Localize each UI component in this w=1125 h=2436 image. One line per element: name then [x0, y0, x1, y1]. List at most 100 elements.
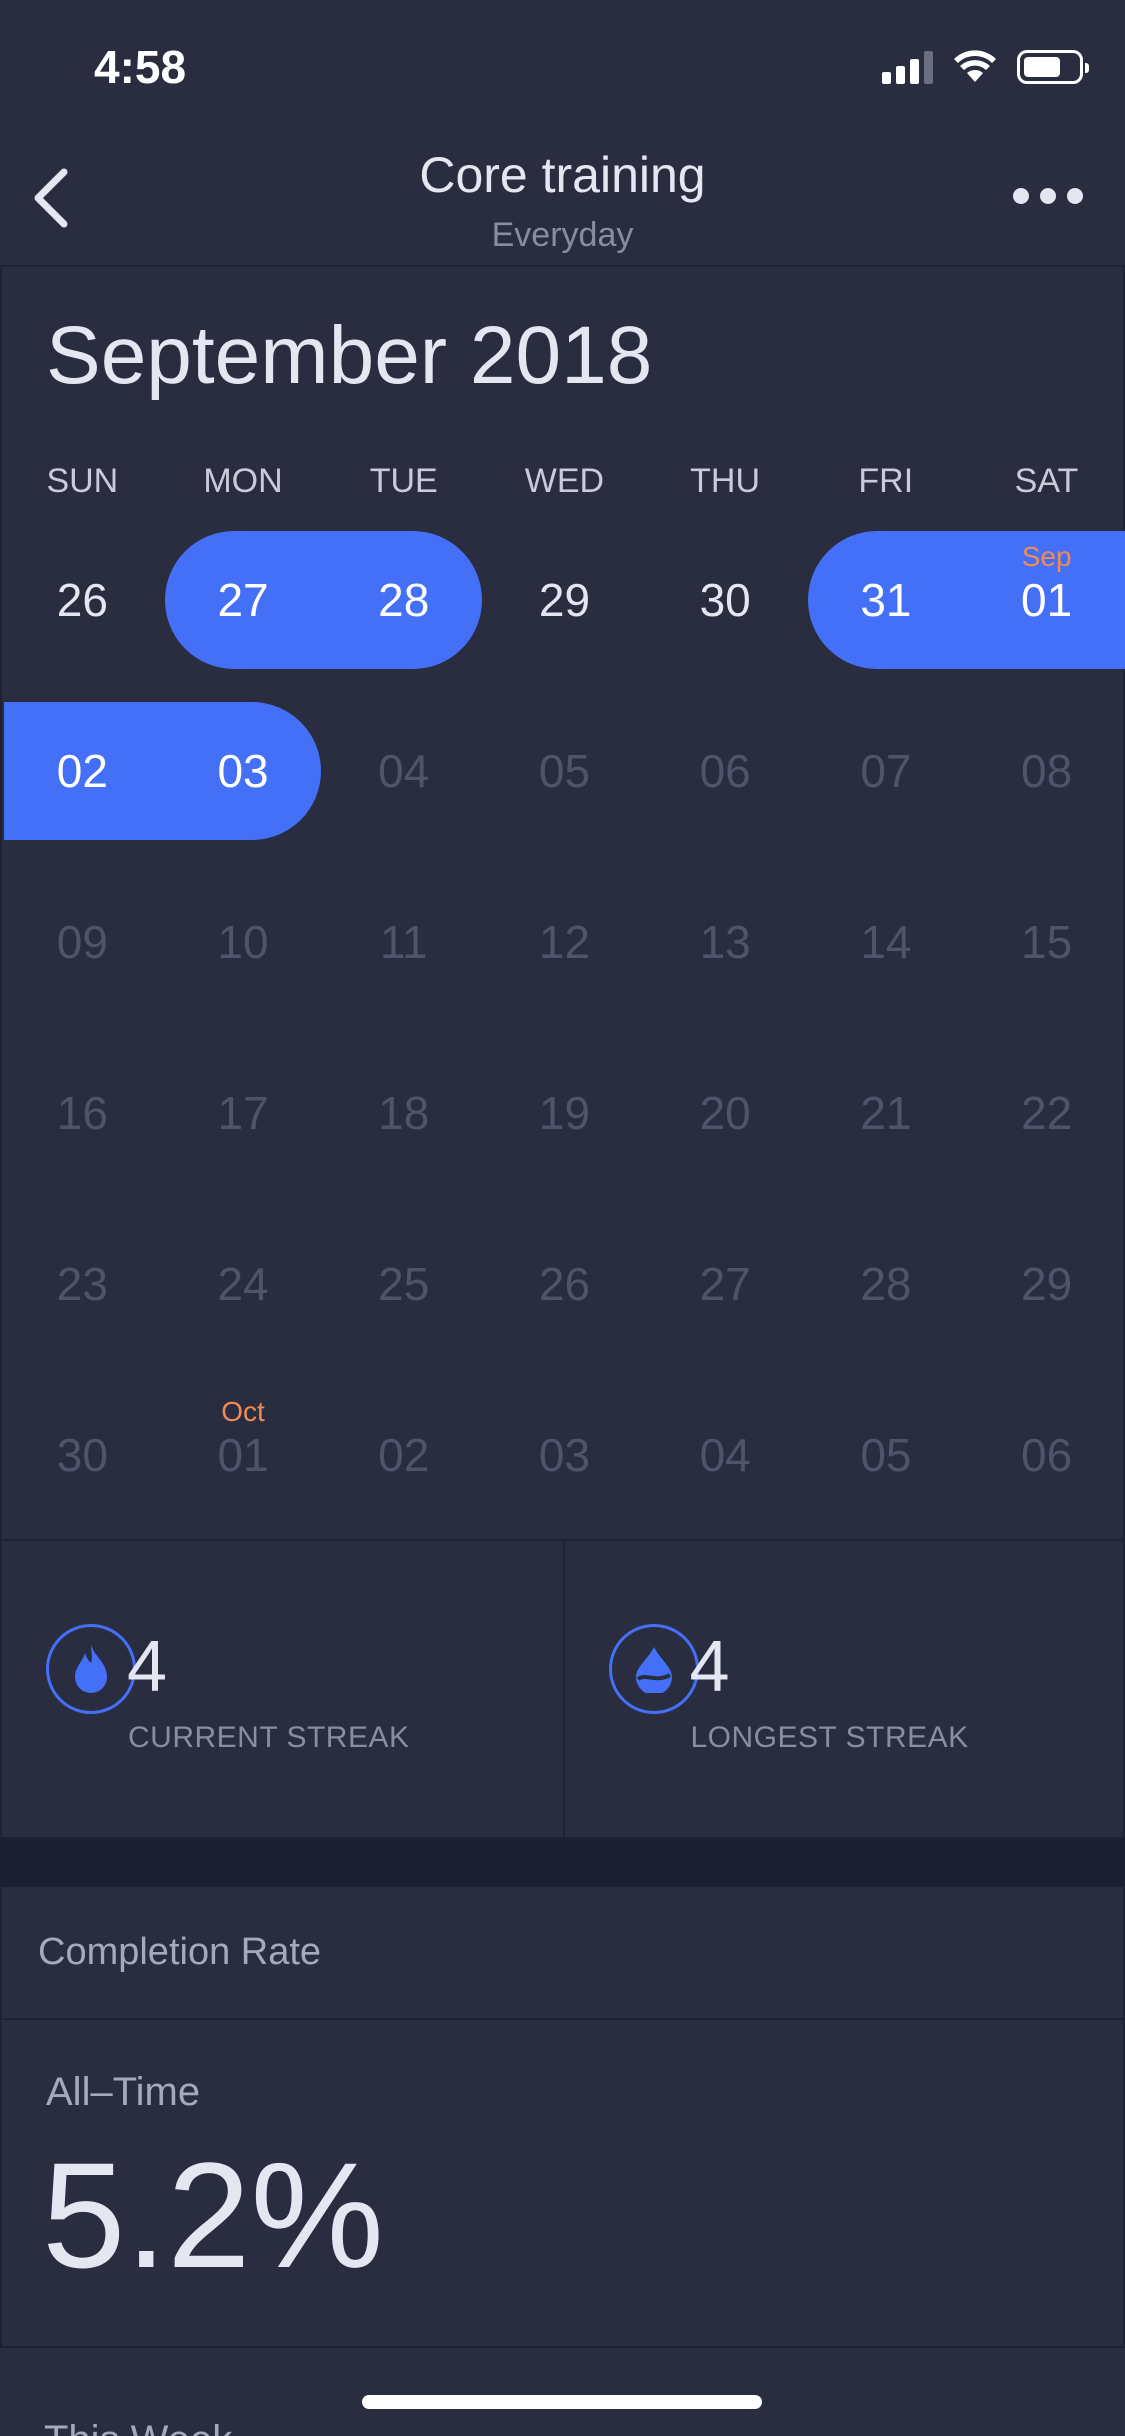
- calendar-day[interactable]: 31: [806, 531, 967, 669]
- calendar-day[interactable]: 26: [2, 531, 163, 669]
- day-number: 11: [379, 916, 428, 968]
- calendar-day[interactable]: 16: [2, 1044, 163, 1182]
- day-number: 03: [217, 745, 269, 797]
- day-number: 24: [217, 1258, 269, 1310]
- status-bar: 4:58: [0, 0, 1125, 132]
- calendar-day[interactable]: 10: [163, 873, 324, 1011]
- day-number: 27: [699, 1258, 751, 1310]
- flame-icon: [46, 1624, 136, 1714]
- status-time: 4:58: [94, 41, 187, 93]
- weekday-sat: SAT: [1014, 462, 1079, 500]
- day-number: 26: [538, 1258, 591, 1310]
- day-number: 17: [217, 1087, 269, 1139]
- month-title: September 2018: [46, 310, 653, 401]
- calendar-day[interactable]: 06: [645, 702, 806, 840]
- calendar-day[interactable]: 28: [323, 531, 484, 669]
- day-number: 28: [860, 1258, 912, 1310]
- calendar-day[interactable]: 13: [645, 873, 806, 1011]
- weekday-tue: TUE: [369, 462, 438, 500]
- calendar-day[interactable]: 05: [806, 1386, 967, 1524]
- calendar-day[interactable]: 04: [645, 1386, 806, 1524]
- longest-streak: 4 LONGEST STREAK: [562, 1541, 1124, 1837]
- calendar-day[interactable]: 06: [966, 1386, 1125, 1524]
- day-number: 09: [56, 916, 108, 968]
- weekday-thu: THU: [690, 462, 761, 500]
- day-number: 26: [56, 574, 108, 626]
- calendar-day[interactable]: 03: [484, 1386, 645, 1524]
- calendar-day[interactable]: 07: [806, 702, 967, 840]
- signal-icon: [882, 50, 933, 84]
- calendar-day[interactable]: 30: [645, 531, 806, 669]
- all-time-label: All–Time: [46, 2070, 201, 2114]
- page-subtitle: Everyday: [491, 216, 634, 254]
- calendar-day[interactable]: 27: [163, 531, 324, 669]
- weekday-mon: MON: [203, 462, 283, 500]
- day-number: 27: [217, 574, 269, 626]
- calendar-day[interactable]: 29: [484, 531, 645, 669]
- calendar-day[interactable]: 29: [966, 1215, 1125, 1353]
- day-number: 19: [538, 1087, 591, 1139]
- nav-bar: Core training Everyday: [0, 132, 1125, 267]
- day-number: 05: [860, 1429, 912, 1481]
- calendar-day[interactable]: 02: [323, 1386, 484, 1524]
- day-number: 02: [56, 745, 108, 797]
- calendar-grid: 26 27 28 29 30 31 01 Sep 02 03 04 05 06 07 08 09 10 11 12 1…: [2, 531, 1125, 1557]
- month-marker: Sep: [1021, 541, 1072, 572]
- day-number: 04: [378, 745, 430, 797]
- day-number: 28: [378, 574, 430, 626]
- day-number: 01: [217, 1429, 269, 1481]
- day-number: 03: [538, 1429, 591, 1481]
- calendar-day[interactable]: 23: [2, 1215, 163, 1353]
- all-time-value: 5.2%: [42, 2131, 384, 2299]
- status-icons: [882, 50, 1089, 84]
- calendar-day[interactable]: 03: [163, 702, 324, 840]
- day-number: 14: [860, 916, 912, 968]
- calendar-day[interactable]: 02: [2, 702, 163, 840]
- calendar-day[interactable]: 15: [966, 873, 1125, 1011]
- calendar-day[interactable]: 12: [484, 873, 645, 1011]
- calendar-day[interactable]: 04: [323, 702, 484, 840]
- calendar-day[interactable]: 27: [645, 1215, 806, 1353]
- day-number: 16: [56, 1087, 108, 1139]
- calendar-day[interactable]: 01 Sep: [966, 531, 1125, 669]
- all-time-rate: All–Time 5.2%: [0, 2020, 1125, 2348]
- day-number: 30: [56, 1429, 108, 1481]
- calendar-day[interactable]: 11: [323, 873, 484, 1011]
- calendar-day[interactable]: 14: [806, 873, 967, 1011]
- calendar-day[interactable]: 19: [484, 1044, 645, 1182]
- day-number: 05: [538, 745, 591, 797]
- current-streak: 4 CURRENT STREAK: [2, 1541, 563, 1837]
- day-number: 25: [378, 1258, 430, 1310]
- longest-streak-value: 4: [689, 1627, 730, 1707]
- calendar-day[interactable]: 18: [323, 1044, 484, 1182]
- calendar-day[interactable]: 28: [806, 1215, 967, 1353]
- streaks-panel: 4 CURRENT STREAK 4 LONGEST STREAK: [0, 1541, 1125, 1837]
- day-number: 30: [699, 574, 751, 626]
- weekday-fri: FRI: [858, 462, 914, 500]
- day-number: 01: [1021, 574, 1073, 626]
- calendar-day[interactable]: 26: [484, 1215, 645, 1353]
- calendar-day[interactable]: 05: [484, 702, 645, 840]
- more-options-icon[interactable]: [1013, 188, 1083, 204]
- calendar-day[interactable]: 09: [2, 873, 163, 1011]
- calendar-day[interactable]: 21: [806, 1044, 967, 1182]
- completion-rate-header: Completion Rate: [0, 1887, 1125, 2020]
- calendar-day[interactable]: 24: [163, 1215, 324, 1353]
- calendar-day[interactable]: 01 Oct: [163, 1386, 324, 1524]
- month-marker: Oct: [221, 1396, 265, 1427]
- calendar-day[interactable]: 20: [645, 1044, 806, 1182]
- calendar-day[interactable]: 17: [163, 1044, 324, 1182]
- calendar-day[interactable]: 30: [2, 1386, 163, 1524]
- day-number: 10: [217, 916, 269, 968]
- calendar-day[interactable]: 08: [966, 702, 1125, 840]
- day-number: 07: [860, 745, 912, 797]
- calendar-week: 30 01 Oct 02 03 04 05 06: [2, 1386, 1125, 1557]
- calendar-day[interactable]: 22: [966, 1044, 1125, 1182]
- calendar-week: 02 03 04 05 06 07 08: [2, 702, 1125, 873]
- drop-icon: [608, 1624, 699, 1714]
- day-number: 08: [1021, 745, 1073, 797]
- calendar-day[interactable]: 25: [323, 1215, 484, 1353]
- day-number: 06: [1021, 1429, 1073, 1481]
- home-indicator[interactable]: [362, 2395, 762, 2409]
- day-number: 12: [538, 916, 591, 968]
